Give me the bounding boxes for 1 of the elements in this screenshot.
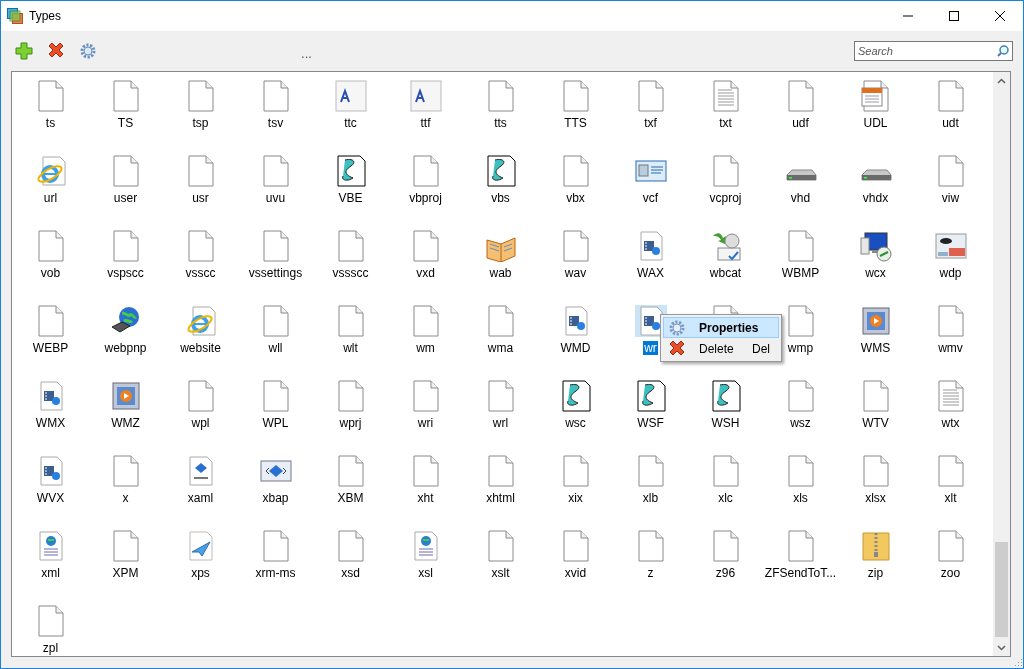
window-title: Types	[29, 8, 62, 25]
